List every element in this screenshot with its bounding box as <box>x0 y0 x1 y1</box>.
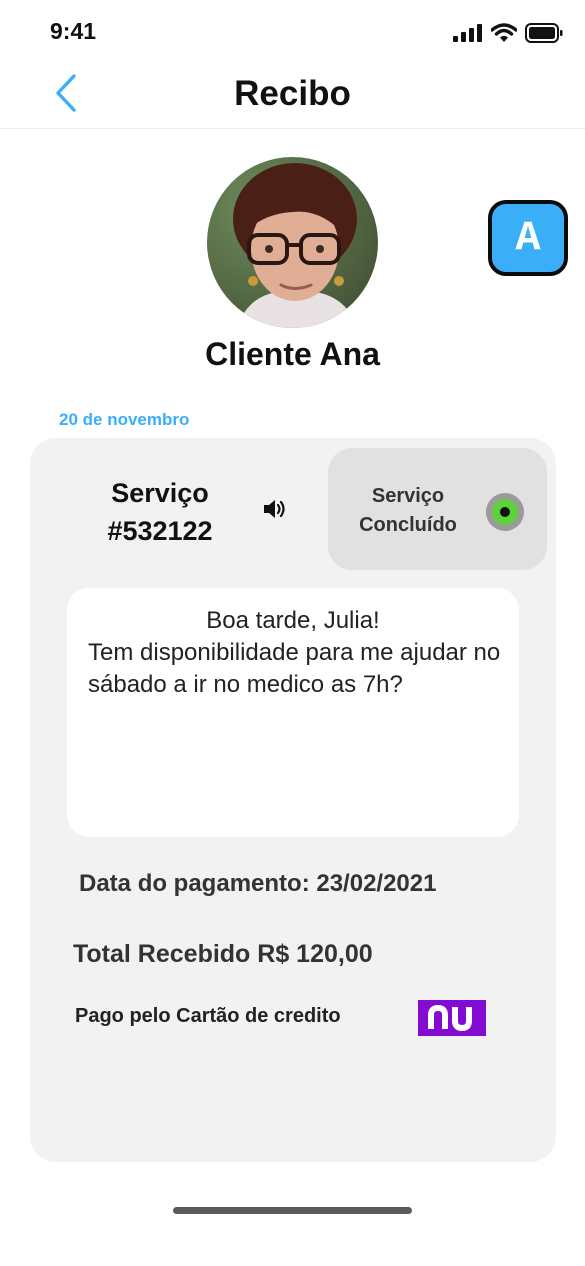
date-label: 20 de novembro <box>59 410 190 429</box>
service-status: Serviço Concluído <box>328 448 547 570</box>
status-icons <box>453 22 563 44</box>
speaker-icon <box>264 500 285 518</box>
avatar <box>207 157 378 328</box>
client-name: Cliente Ana <box>205 336 380 372</box>
service-label: Serviço <box>111 478 209 508</box>
header: Recibo <box>0 60 585 129</box>
nubank-logo: nu <box>418 1000 486 1036</box>
status-label: Serviço Concluído <box>338 482 478 540</box>
status-indicator-icon <box>486 493 524 531</box>
status-line-1: Serviço <box>371 485 445 507</box>
message-box: Boa tarde, Julia! Tem disponibilidade pa… <box>67 588 519 837</box>
receipt-card: Serviço #532122 Serviço Concluído Boa ta… <box>30 438 556 1162</box>
status-time: 9:41 <box>50 18 97 44</box>
signal-icon <box>453 24 482 42</box>
speaker-button[interactable] <box>262 498 288 525</box>
message-greeting: Boa tarde, Julia! <box>206 607 380 634</box>
total-received: Total Recebido R$ 120,00 <box>73 940 373 968</box>
message-body: Tem disponibilidade para me ajudar no sá… <box>88 639 501 698</box>
client-photo <box>207 157 378 328</box>
service-title: Serviço #532122 <box>102 474 218 550</box>
service-number: #532122 <box>107 516 213 546</box>
nubank-icon: nu <box>428 1005 472 1031</box>
battery-icon <box>525 23 563 43</box>
app-badge-button[interactable]: A <box>488 200 568 276</box>
payment-date: Data do pagamento: 23/02/2021 <box>79 870 437 897</box>
wifi-icon <box>491 23 517 42</box>
home-indicator[interactable] <box>173 1207 412 1214</box>
status-line-2: Concluído <box>359 514 457 536</box>
page-title: Recibo <box>234 74 351 113</box>
payment-method: Pago pelo Cartão de credito <box>75 1005 341 1027</box>
